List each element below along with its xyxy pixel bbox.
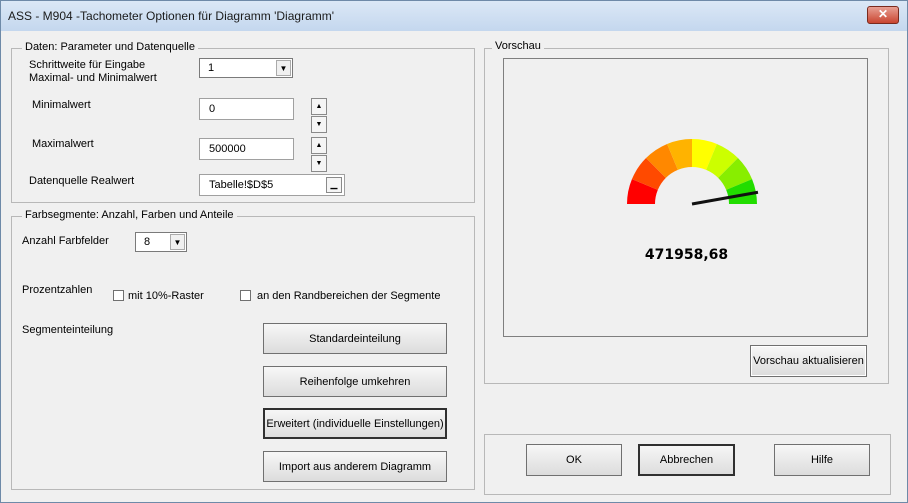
preview-group-title: Vorschau [492, 40, 544, 52]
color-count-value: 8 [144, 236, 151, 248]
step-select[interactable]: 1 ▼ [199, 58, 293, 78]
segment-label: Segmenteinteilung [22, 324, 114, 336]
data-groupbox: Daten: Parameter und Datenquelle Schritt… [11, 41, 475, 203]
min-spin-up-icon[interactable]: ▲ [311, 98, 327, 115]
max-input[interactable]: 500000 [199, 138, 294, 160]
color-groupbox: Farbsegmente: Anzahl, Farben und Anteile… [11, 209, 475, 490]
window-title: ASS - M904 -Tachometer Optionen für Diag… [8, 9, 335, 23]
cancel-button[interactable]: Abbrechen [638, 444, 735, 476]
reverse-order-button-label: Reihenfolge umkehren [299, 375, 411, 388]
max-spin-up-icon[interactable]: ▲ [311, 137, 327, 154]
color-group-title: Farbsegmente: Anzahl, Farben und Anteile [22, 209, 237, 221]
close-button[interactable]: ✕ [867, 6, 899, 24]
min-input-value: 0 [209, 103, 216, 115]
max-spin-down-icon[interactable]: ▼ [311, 155, 327, 172]
extended-settings-button[interactable]: Erweitert (individuelle Einstellungen) [263, 408, 447, 439]
step-label-line2: Maximal- und Minimalwert [29, 72, 157, 84]
max-input-value: 500000 [209, 143, 246, 155]
source-label: Datenquelle Realwert [29, 175, 135, 187]
chevron-down-icon[interactable]: ▼ [170, 234, 185, 250]
standard-division-button-label: Standardeinteilung [309, 332, 401, 345]
min-spin-down-icon[interactable]: ▼ [311, 116, 327, 133]
extended-settings-button-label: Erweitert (individuelle Einstellungen) [266, 417, 444, 430]
refresh-preview-button[interactable]: Vorschau aktualisieren [750, 345, 867, 377]
ok-button[interactable]: OK [526, 444, 622, 476]
range-select-icon[interactable]: ▁ [326, 177, 342, 193]
source-input[interactable]: Tabelle!$D$5 ▁ [199, 174, 345, 196]
reverse-order-button[interactable]: Reihenfolge umkehren [263, 366, 447, 397]
dialog-window: ASS - M904 -Tachometer Optionen für Diag… [0, 0, 908, 503]
tachometer-gauge [627, 139, 759, 206]
title-bar[interactable]: ASS - M904 -Tachometer Optionen für Diag… [1, 1, 907, 31]
raster-checkbox-label: mit 10%-Raster [128, 290, 204, 302]
refresh-preview-button-label: Vorschau aktualisieren [753, 355, 864, 367]
gauge-value-text: 471958,68 [644, 247, 729, 263]
edges-checkbox[interactable] [240, 290, 251, 301]
color-count-select[interactable]: 8 ▼ [135, 232, 187, 252]
preview-canvas: 471958,68 [503, 58, 868, 337]
standard-division-button[interactable]: Standardeinteilung [263, 323, 447, 354]
chevron-down-icon[interactable]: ▼ [276, 60, 291, 76]
ok-button-label: OK [566, 454, 582, 466]
max-label: Maximalwert [32, 138, 94, 150]
min-label: Minimalwert [32, 99, 91, 111]
import-button-label: Import aus anderem Diagramm [278, 460, 432, 473]
raster-checkbox[interactable] [113, 290, 124, 301]
source-input-value: Tabelle!$D$5 [209, 179, 274, 191]
help-button-label: Hilfe [810, 454, 833, 466]
percent-label: Prozentzahlen [22, 284, 93, 296]
import-button[interactable]: Import aus anderem Diagramm [263, 451, 447, 482]
color-count-label: Anzahl Farbfelder [22, 235, 109, 247]
dialog-client: Daten: Parameter und Datenquelle Schritt… [2, 31, 906, 501]
cancel-button-label: Abbrechen [659, 454, 714, 466]
help-button[interactable]: Hilfe [774, 444, 870, 476]
min-input[interactable]: 0 [199, 98, 294, 120]
edges-checkbox-label: an den Randbereichen der Segmente [257, 290, 441, 302]
data-group-title: Daten: Parameter und Datenquelle [22, 41, 198, 53]
step-select-value: 1 [208, 62, 215, 74]
step-label-line1: Schrittweite für Eingabe [29, 59, 146, 71]
